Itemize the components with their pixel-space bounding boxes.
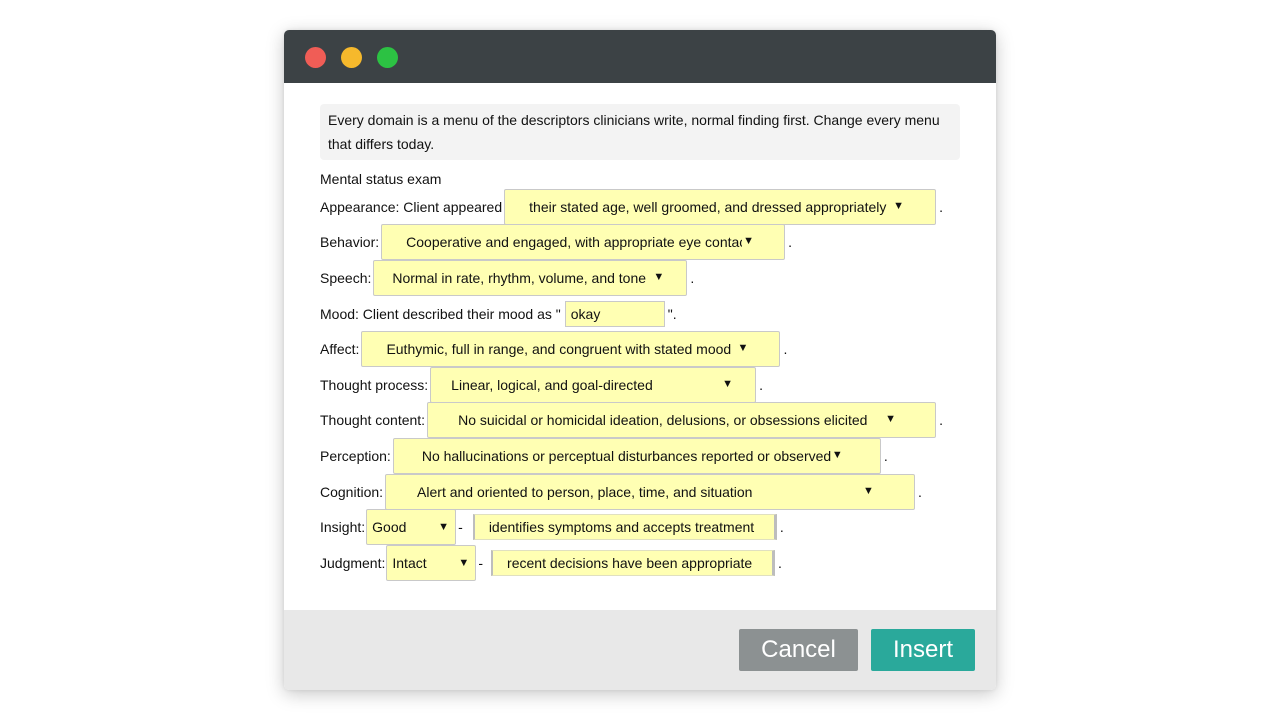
period: . [918,484,922,500]
cognition-select[interactable]: Alert and oriented to person, place, tim… [385,474,916,510]
perception-label: Perception: [320,448,391,464]
dash: - [458,519,463,535]
judgment-label: Judgment: [320,555,386,571]
judgment-value: Intact [392,555,427,571]
chevron-down-icon: ▼ [722,378,734,390]
chevron-down-icon: ▼ [893,200,905,212]
period: . [778,555,782,571]
thought-process-select[interactable]: Linear, logical, and goal-directed ▼ [430,367,757,403]
affect-row: Affect: Euthymic, full in range, and con… [320,331,787,367]
thought-content-label: Thought content: [320,412,426,428]
chevron-down-icon: ▼ [831,449,843,461]
thought-process-value: Linear, logical, and goal-directed [451,377,653,393]
mood-suffix: ". [667,306,677,322]
insight-row: Insight: Good ▼ - identifies symptoms an… [320,509,784,545]
chevron-down-icon: ▼ [653,271,665,283]
mood-label: Mood: Client described their mood as " [320,306,561,322]
period: . [939,199,944,215]
chevron-down-icon: ▼ [885,413,896,425]
affect-value: Euthymic, full in range, and congruent w… [386,341,732,357]
period: . [939,412,943,428]
dialog-footer: Cancel Insert [284,610,996,690]
appearance-value: their stated age, well groomed, and dres… [529,199,887,215]
period: . [690,270,695,286]
period: . [883,448,888,464]
cognition-row: Cognition: Alert and oriented to person,… [320,474,922,510]
close-window-button[interactable] [305,47,326,68]
chevron-down-icon: ▼ [737,342,749,354]
speech-row: Speech: Normal in rate, rhythm, volume, … [320,260,694,296]
behavior-label: Behavior: [320,234,380,250]
behavior-value: Cooperative and engaged, with appropriat… [406,234,743,250]
insight-value: Good [372,519,407,535]
behavior-select[interactable]: Cooperative and engaged, with appropriat… [381,224,786,260]
chevron-down-icon: ▼ [438,521,450,533]
behavior-row: Behavior: Cooperative and engaged, with … [320,224,792,260]
insight-select[interactable]: Good ▼ [366,509,457,545]
period: . [759,377,764,393]
insight-label: Insight: [320,519,366,535]
insert-button[interactable]: Insert [871,629,975,671]
appearance-row: Appearance: Client appeared their stated… [320,189,943,225]
minimize-window-button[interactable] [341,47,362,68]
insight-detail-input[interactable]: identifies symptoms and accepts treatmen… [472,514,777,540]
speech-select[interactable]: Normal in rate, rhythm, volume, and tone… [373,260,688,296]
perception-value: No hallucinations or perceptual disturba… [421,448,832,464]
cognition-value: Alert and oriented to person, place, tim… [417,484,753,500]
judgment-row: Judgment: Intact ▼ - recent decisions ha… [320,545,782,581]
period: . [779,519,784,535]
thought-process-row: Thought process: Linear, logical, and go… [320,367,763,403]
perception-row: Perception: No hallucinations or percept… [320,438,888,474]
appearance-select[interactable]: their stated age, well groomed, and dres… [504,189,937,225]
title-bar [284,30,996,83]
chevron-down-icon: ▼ [863,485,874,497]
speech-label: Speech: [320,270,372,286]
period: . [788,234,793,250]
section-title: Mental status exam [320,171,442,187]
speech-value: Normal in rate, rhythm, volume, and tone [392,270,647,286]
perception-select[interactable]: No hallucinations or perceptual disturba… [392,438,881,474]
thought-content-select[interactable]: No suicidal or homicidal ideation, delus… [427,402,937,438]
appearance-label: Appearance: Client appeared [320,199,503,215]
dash: - [478,555,484,571]
chevron-down-icon: ▼ [743,235,755,247]
dialog-window: Every domain is a menu of the descriptor… [284,30,996,690]
maximize-window-button[interactable] [377,47,398,68]
period: . [783,341,788,357]
affect-label: Affect: [320,341,360,357]
cognition-label: Cognition: [320,484,384,500]
mood-row: Mood: Client described their mood as " o… [320,296,677,332]
thought-content-row: Thought content: No suicidal or homicida… [320,402,943,438]
thought-process-label: Thought process: [320,377,429,393]
form-content: Every domain is a menu of the descriptor… [320,104,960,189]
thought-content-value: No suicidal or homicidal ideation, delus… [458,412,868,428]
judgment-detail-input[interactable]: recent decisions have been appropriate [491,550,776,576]
chevron-down-icon: ▼ [458,557,470,569]
mood-input[interactable]: okay [564,301,665,327]
cancel-button[interactable]: Cancel [739,629,858,671]
instruction-notice: Every domain is a menu of the descriptor… [320,104,960,160]
affect-select[interactable]: Euthymic, full in range, and congruent w… [361,331,781,367]
judgment-select[interactable]: Intact ▼ [386,545,477,581]
